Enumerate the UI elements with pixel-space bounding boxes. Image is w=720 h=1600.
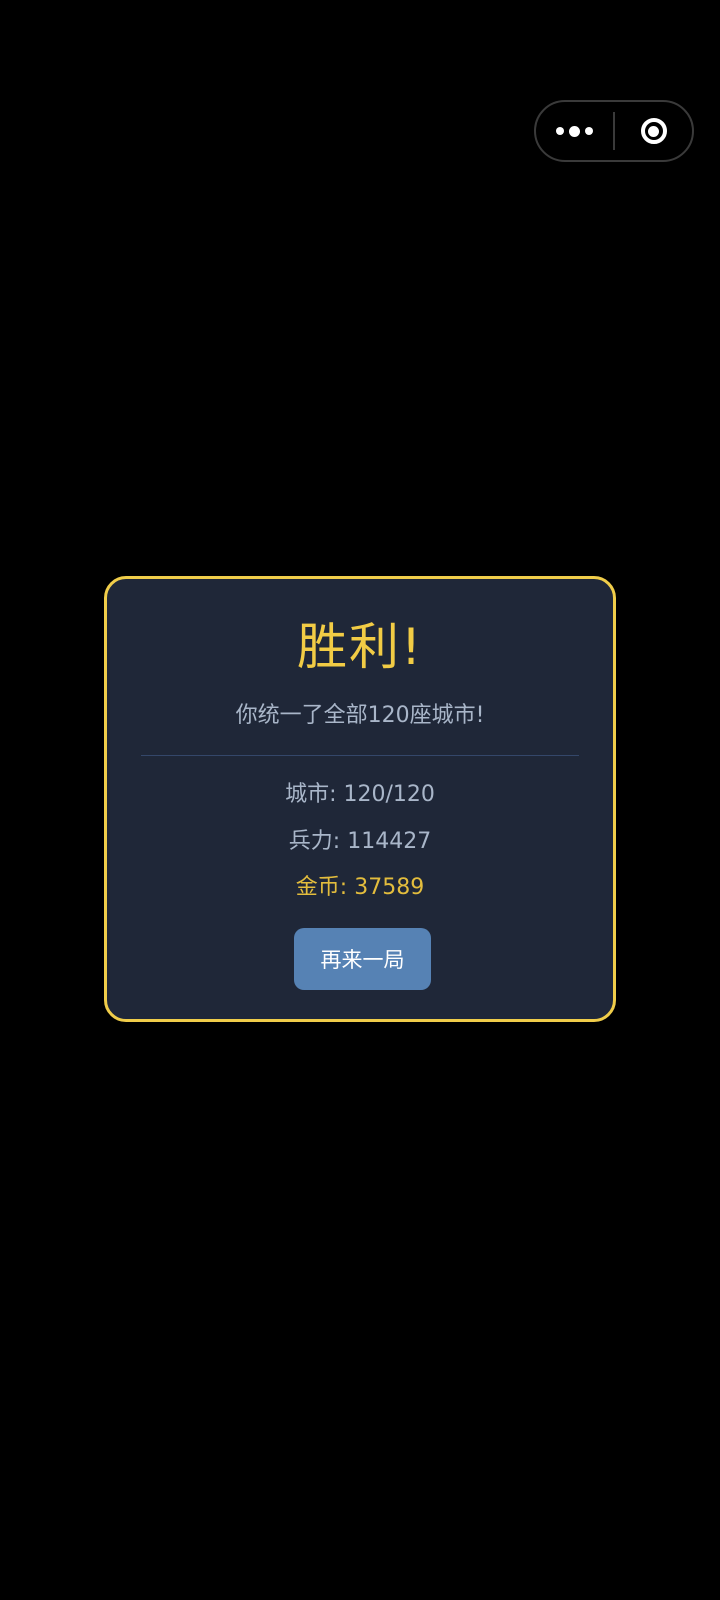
dialog-divider	[141, 755, 579, 756]
stat-troops: 兵力: 114427	[288, 829, 432, 854]
more-button[interactable]	[536, 102, 613, 160]
stat-gold: 金币: 37589	[295, 875, 425, 900]
close-miniprogram-button[interactable]	[615, 102, 692, 160]
play-again-button[interactable]: 再来一局	[294, 928, 431, 990]
target-circle-icon	[640, 118, 667, 144]
stat-cities: 城市: 120/120	[285, 782, 435, 807]
more-dots-icon	[556, 125, 593, 137]
miniprogram-capsule	[534, 100, 694, 162]
dialog-subtitle: 你统一了全部120座城市!	[235, 703, 485, 728]
victory-dialog: 胜利! 你统一了全部120座城市! 城市: 120/120 兵力: 114427…	[104, 576, 616, 1022]
dialog-title: 胜利!	[296, 618, 424, 676]
